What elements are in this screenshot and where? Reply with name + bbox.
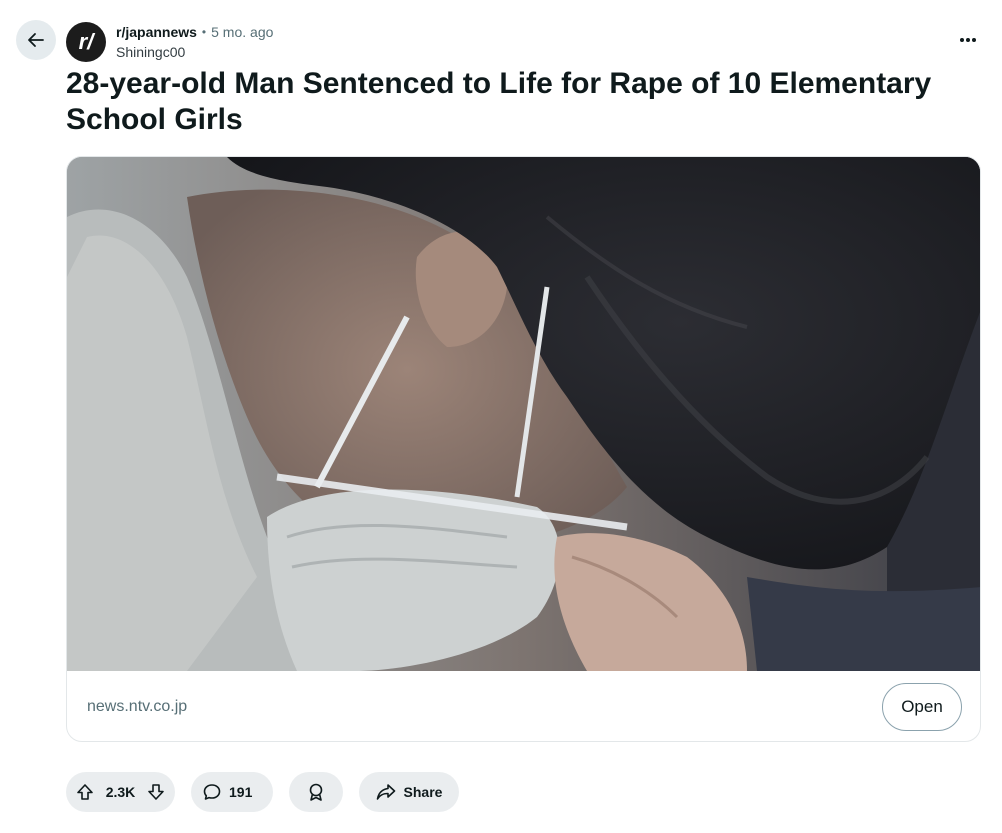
post-meta: r/japannews • 5 mo. ago Shiningc00 — [116, 22, 273, 62]
more-options-icon — [959, 37, 977, 43]
open-link-button[interactable]: Open — [882, 683, 962, 731]
subreddit-link[interactable]: r/japannews — [116, 22, 197, 42]
link-thumbnail-image[interactable] — [67, 157, 980, 671]
post-title: 28-year-old Man Sentenced to Life for Ra… — [66, 67, 932, 136]
upvote-icon[interactable] — [76, 783, 94, 801]
downvote-icon[interactable] — [147, 783, 165, 801]
award-icon — [306, 782, 326, 802]
link-card-footer: news.ntv.co.jp Open — [67, 671, 980, 741]
back-button[interactable] — [16, 20, 56, 60]
vote-control: 2.3K — [66, 772, 175, 812]
meta-separator: • — [201, 25, 207, 39]
share-label: Share — [403, 784, 443, 800]
author-link[interactable]: Shiningc00 — [116, 42, 273, 62]
link-domain[interactable]: news.ntv.co.jp — [87, 698, 187, 716]
award-button[interactable] — [289, 772, 343, 812]
vote-score: 2.3K — [105, 784, 136, 800]
post-actions: 2.3K 191 Share — [66, 772, 459, 812]
more-options-button[interactable] — [954, 26, 982, 54]
share-icon — [376, 783, 396, 801]
subreddit-avatar-text: r/ — [78, 29, 94, 54]
link-card[interactable]: news.ntv.co.jp Open — [66, 156, 981, 742]
post-age: 5 mo. ago — [211, 24, 274, 40]
back-arrow-icon — [26, 30, 46, 50]
subreddit-avatar[interactable]: r/ — [66, 22, 106, 62]
comment-icon — [203, 783, 221, 801]
comment-count: 191 — [229, 784, 253, 800]
comments-button[interactable]: 191 — [191, 772, 273, 812]
share-button[interactable]: Share — [359, 772, 459, 812]
